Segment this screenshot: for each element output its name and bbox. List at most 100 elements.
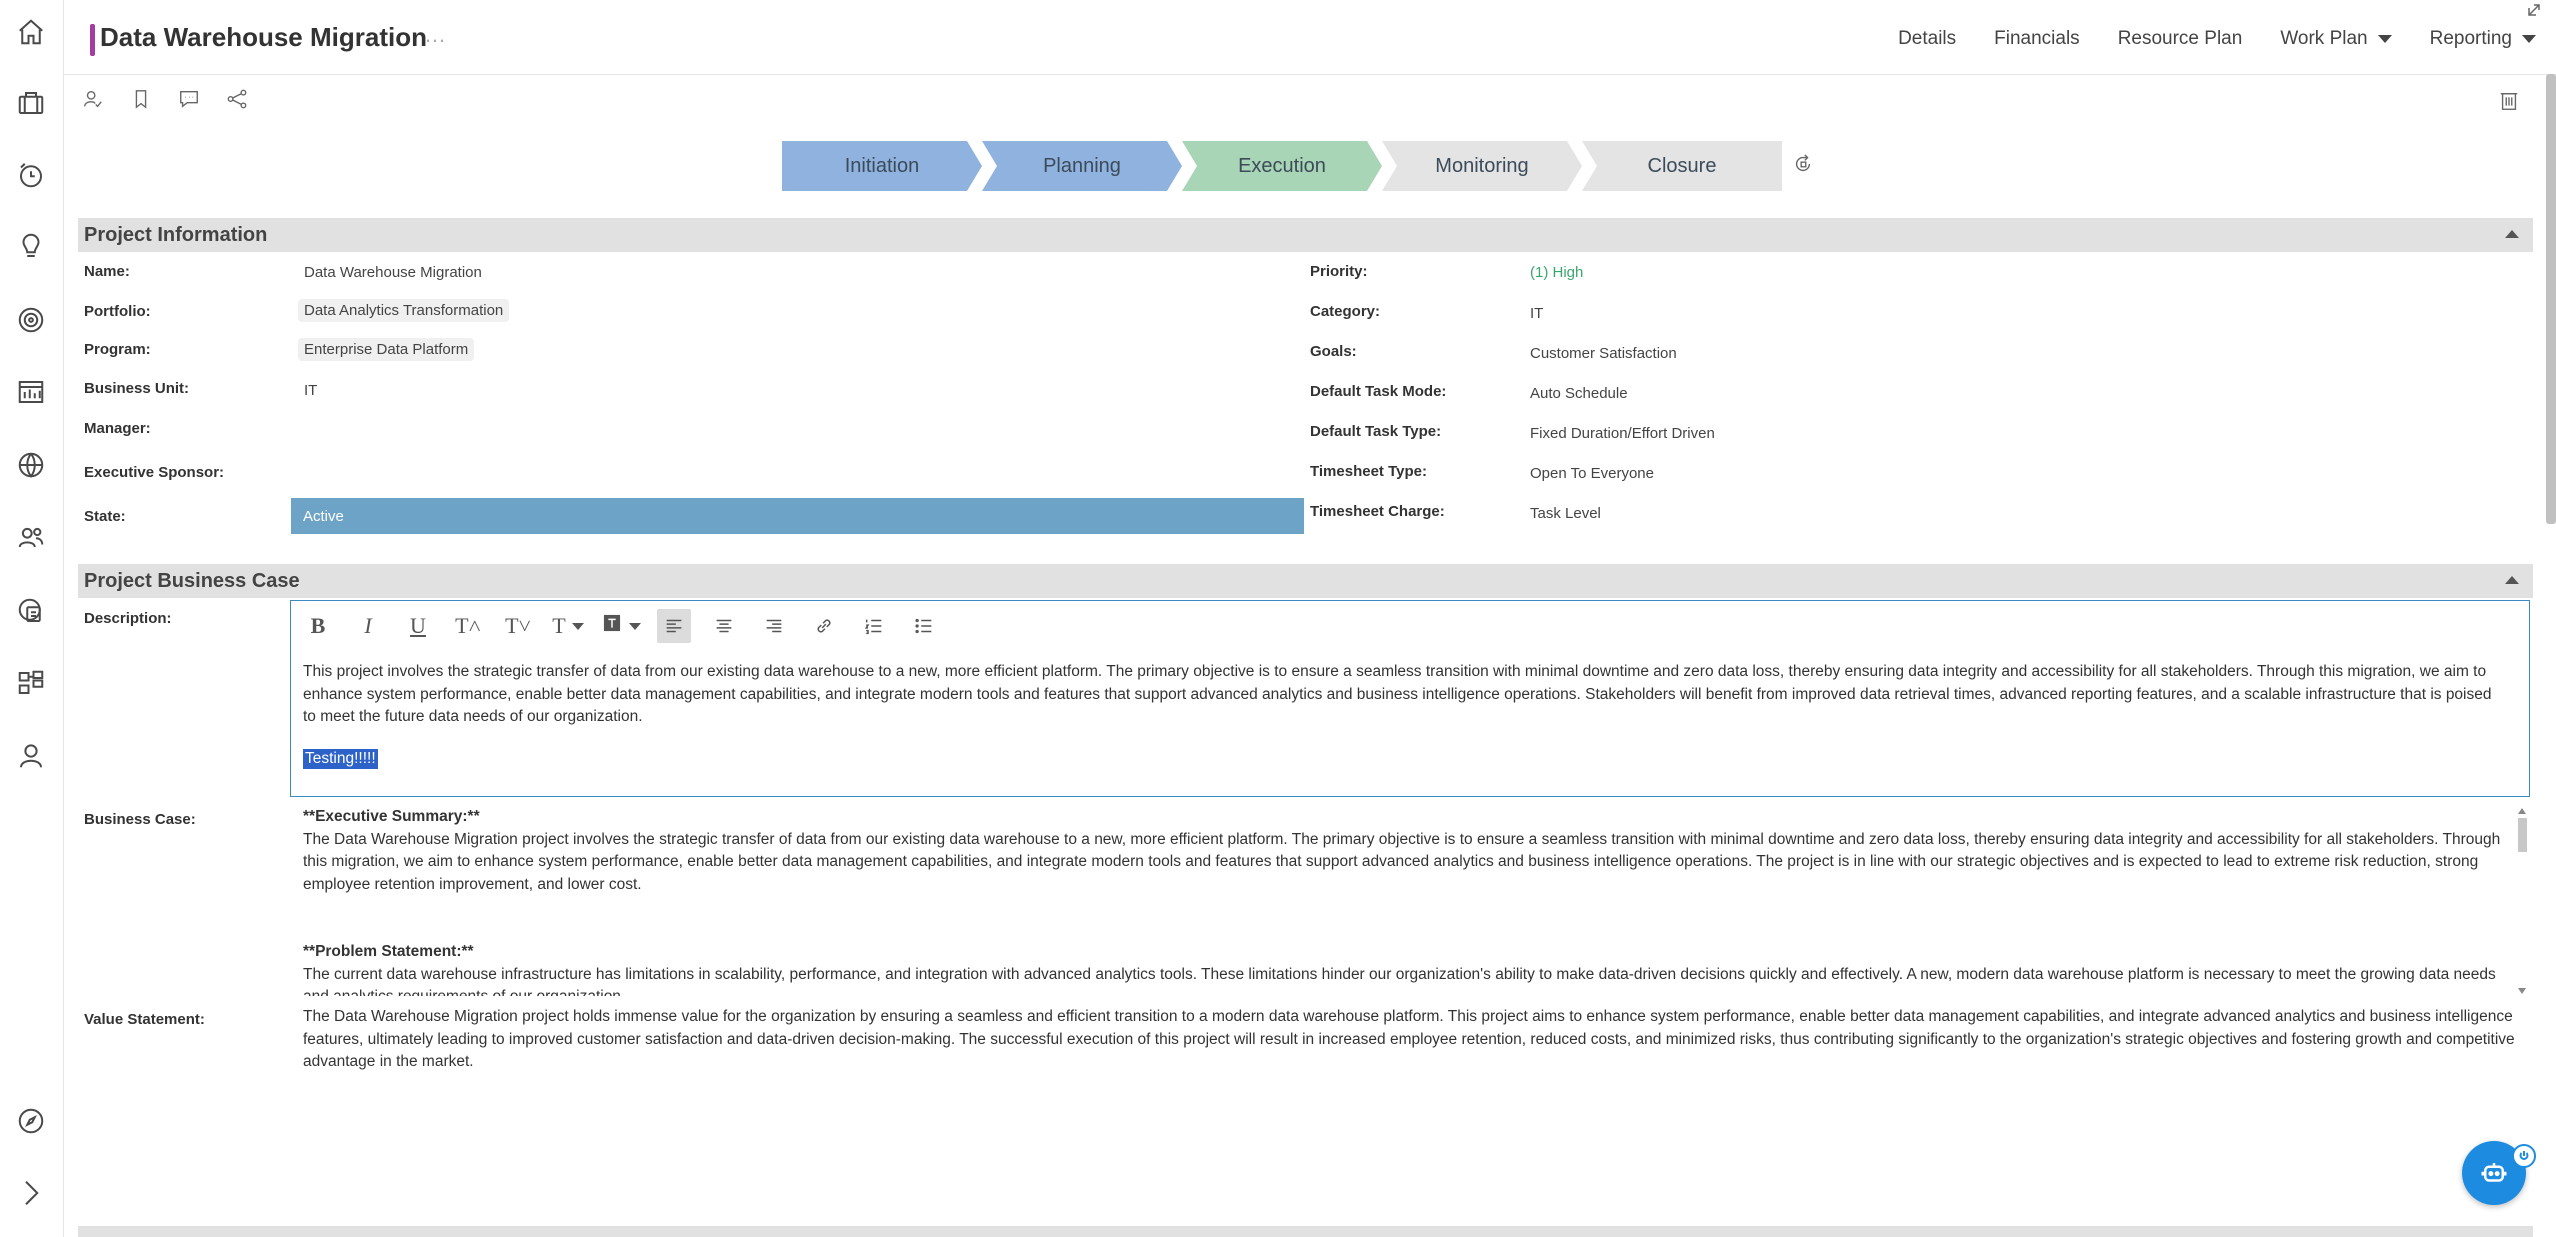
numbered-list-icon [864,619,882,635]
field-label-executive-sponsor: Executive Sponsor: [84,464,225,481]
value-statement-text[interactable]: The Data Warehouse Migration project hol… [303,1006,2528,1074]
align-center-button[interactable] [707,609,741,643]
field-value-portfolio[interactable]: Data Analytics Transformation [298,299,510,322]
field-value-timesheet-charge[interactable]: Task Level [1530,505,1601,522]
refresh-icon[interactable] [1792,153,1818,179]
field-value-goals[interactable]: Customer Satisfaction [1530,345,1677,362]
dashboard-icon[interactable] [14,375,48,409]
user-icon[interactable] [14,739,48,773]
phase-monitoring[interactable]: Monitoring [1382,141,1582,191]
align-right-button[interactable] [757,609,791,643]
expand-icon[interactable] [2526,2,2544,20]
description-rich-text-editor[interactable]: B I U T˄ T˅ T This project involves the … [290,600,2530,797]
compass-icon[interactable] [14,1104,48,1138]
clock-icon[interactable] [14,158,48,192]
executive-summary-text: The Data Warehouse Migration project inv… [303,830,2501,893]
phase-closure[interactable]: Closure [1582,141,1782,191]
collapse-icon[interactable] [2505,576,2519,584]
subscript-button[interactable]: T˅ [501,609,535,643]
field-label-program: Program: [84,341,151,358]
problem-statement-heading: **Problem Statement:** [303,943,474,960]
bullet-list-button[interactable] [907,609,941,643]
field-label-goals: Goals: [1310,343,1357,360]
field-label-category: Category: [1310,303,1381,320]
numbered-list-button[interactable] [857,609,891,643]
phase-planning[interactable]: Planning [982,141,1182,191]
field-value-default-task-mode[interactable]: Auto Schedule [1530,385,1628,402]
field-value-default-task-type[interactable]: Fixed Duration/Effort Driven [1530,425,1715,442]
left-sidebar [0,0,64,1237]
field-label-name: Name: [84,263,130,280]
nav-details[interactable]: Details [1898,28,1956,50]
align-left-button[interactable] [657,609,691,643]
superscript-button[interactable]: T˄ [451,609,485,643]
nav-work-plan[interactable]: Work Plan [2280,28,2392,50]
editor-toolbar: B I U T˄ T˅ T [301,609,957,643]
more-options-button[interactable]: … [424,22,447,48]
target-icon[interactable] [14,303,48,337]
trash-icon[interactable] [2496,88,2522,114]
field-label-default-task-mode: Default Task Mode: [1310,383,1447,400]
top-navigation: Details Financials Resource Plan Work Pl… [1898,28,2556,50]
phase-execution[interactable]: Execution [1182,141,1382,191]
chatbot-icon [2481,1163,2507,1182]
next-section-header [78,1226,2533,1237]
text-color-dropdown[interactable] [601,609,641,643]
nav-financials[interactable]: Financials [1994,28,2080,50]
page-header: Data Warehouse Migration … Details Finan… [64,0,2556,75]
state-dropdown[interactable]: Active [291,498,1304,534]
assign-user-icon[interactable] [80,86,106,112]
italic-button[interactable]: I [351,609,385,643]
nav-resource-plan[interactable]: Resource Plan [2118,28,2243,50]
field-label-value-statement: Value Statement: [84,1011,205,1028]
bold-button[interactable]: B [301,609,335,643]
power-icon[interactable] [2512,1144,2536,1168]
chevron-right-icon[interactable] [14,1176,48,1210]
description-text[interactable]: This project involves the strategic tran… [303,661,2508,729]
page-scrollbar[interactable] [2546,74,2556,524]
text-format-icon [601,612,623,640]
problem-statement-text: The current data warehouse infrastructur… [303,965,2496,997]
scroll-down-arrow-icon[interactable] [2518,988,2526,994]
report-icon[interactable] [14,594,48,628]
business-case-scrollbar[interactable] [2518,818,2527,852]
align-center-icon [716,619,732,633]
nav-reporting[interactable]: Reporting [2430,28,2536,50]
underline-button[interactable]: U [401,609,435,643]
field-value-timesheet-type[interactable]: Open To Everyone [1530,465,1654,482]
page-title: Data Warehouse Migration [100,22,427,52]
executive-summary-heading: **Executive Summary:** [303,808,480,825]
field-label-state: State: [84,508,126,525]
comment-icon[interactable] [176,86,202,112]
field-value-category[interactable]: IT [1530,305,1543,322]
team-icon[interactable] [14,520,48,554]
field-label-priority: Priority: [1310,263,1368,280]
field-value-priority[interactable]: (1) High [1530,264,1583,281]
scroll-up-arrow-icon[interactable] [2518,808,2526,814]
collapse-icon[interactable] [2505,230,2519,238]
field-value-program[interactable]: Enterprise Data Platform [298,338,475,361]
field-value-name[interactable]: Data Warehouse Migration [304,264,482,281]
project-information-header[interactable]: Project Information [78,218,2533,252]
selected-text[interactable]: Testing!!!!! [303,749,378,769]
align-left-icon [666,619,682,633]
chevron-down-icon [2522,35,2536,43]
lightbulb-icon[interactable] [14,229,48,263]
globe-icon[interactable] [14,448,48,482]
bookmark-icon[interactable] [128,86,154,112]
business-case-text-area[interactable]: **Executive Summary:** The Data Warehous… [303,806,2513,996]
share-icon[interactable] [224,86,250,112]
project-business-case-header[interactable]: Project Business Case [78,564,2533,598]
insert-link-button[interactable] [807,609,841,643]
field-label-business-unit: Business Unit: [84,380,190,397]
font-size-dropdown[interactable]: T [551,609,585,643]
field-label-description: Description: [84,610,172,627]
phase-initiation[interactable]: Initiation [782,141,982,191]
org-icon[interactable] [14,666,48,700]
field-label-business-case: Business Case: [84,811,196,828]
home-icon[interactable] [14,15,48,49]
phase-stepper: Initiation Planning Execution Monitoring… [782,141,1782,191]
field-value-business-unit[interactable]: IT [304,382,317,399]
briefcase-icon[interactable] [14,86,48,120]
field-label-portfolio: Portfolio: [84,303,151,320]
